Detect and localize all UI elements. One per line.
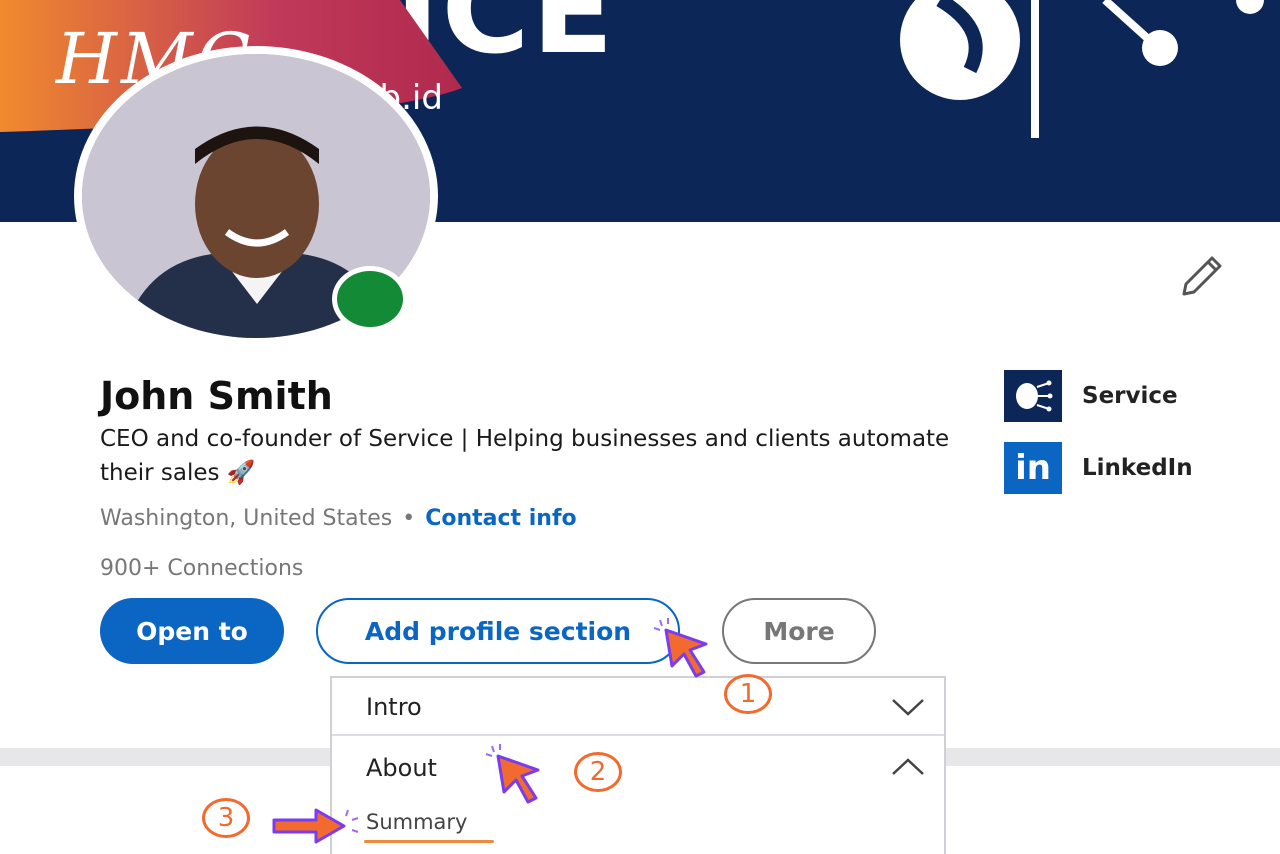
side-link-label: Service xyxy=(1082,383,1178,409)
chevron-up-icon xyxy=(892,758,924,775)
side-link-service[interactable]: Service xyxy=(1004,370,1178,422)
step-marker-2: 2 xyxy=(574,752,622,792)
dropdown-item-label: About xyxy=(366,754,437,782)
connections-count[interactable]: 900+ Connections xyxy=(100,556,303,581)
service-logo-icon xyxy=(1004,370,1062,422)
profile-avatar[interactable] xyxy=(74,46,438,346)
chevron-down-icon xyxy=(892,699,924,716)
side-link-label: LinkedIn xyxy=(1082,455,1193,481)
more-button[interactable]: More xyxy=(722,598,876,664)
pencil-edit-icon[interactable] xyxy=(1172,250,1228,306)
summary-highlight-underline xyxy=(364,840,494,843)
location-separator: • xyxy=(402,506,416,531)
step-marker-3: 3 xyxy=(202,798,250,838)
open-to-button[interactable]: Open to xyxy=(100,598,284,664)
cursor-pointer-icon xyxy=(485,744,540,804)
online-status-indicator xyxy=(332,266,408,332)
add-section-dropdown: Intro About Summary xyxy=(330,676,946,854)
dropdown-item-intro[interactable]: Intro xyxy=(332,680,944,736)
add-profile-section-button[interactable]: Add profile section xyxy=(316,598,680,664)
side-link-linkedin[interactable]: in LinkedIn xyxy=(1004,442,1193,494)
brain-circuit-graphic xyxy=(900,0,1264,138)
contact-info-link[interactable]: Contact info xyxy=(425,506,576,531)
dropdown-subitem-summary[interactable]: Summary xyxy=(366,810,467,834)
step-marker-1: 1 xyxy=(724,674,772,714)
arrow-right-icon xyxy=(272,808,359,844)
profile-location: Washington, United States xyxy=(100,506,393,531)
linkedin-logo-icon: in xyxy=(1004,442,1062,494)
dropdown-item-label: Intro xyxy=(366,693,422,721)
location-row: Washington, United States • Contact info xyxy=(100,506,577,531)
cursor-pointer-icon xyxy=(653,618,708,678)
profile-headline: CEO and co-founder of Service | Helping … xyxy=(100,426,950,486)
profile-name: John Smith xyxy=(100,374,333,418)
dropdown-item-about[interactable]: About xyxy=(332,740,944,796)
